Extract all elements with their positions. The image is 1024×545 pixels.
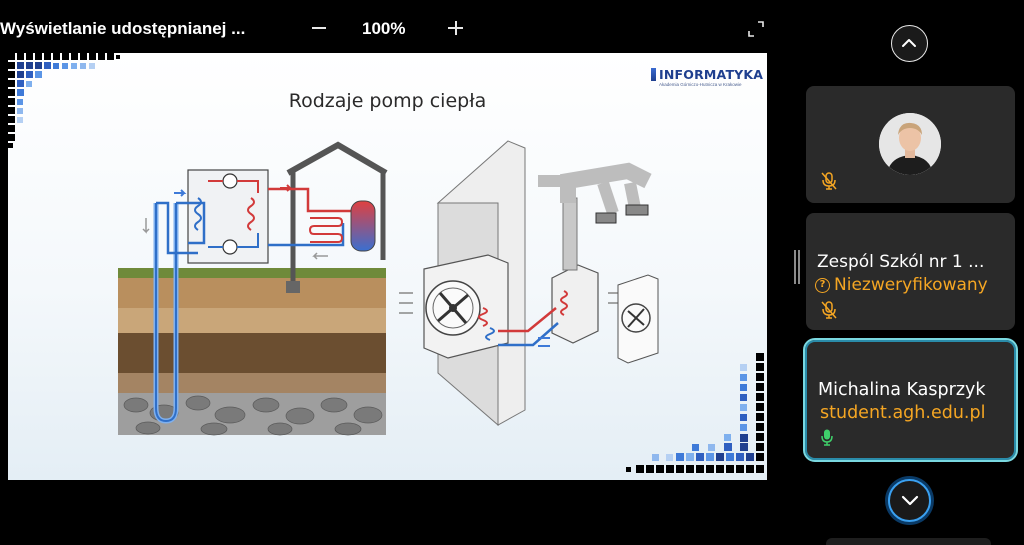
ground-heat-pump-illustration	[118, 141, 388, 436]
slide-title: Rodzaje pomp ciepła	[288, 90, 487, 112]
participant-tile-speaking[interactable]: Michalina Kasprzyk student.agh.edu.pl	[803, 338, 1018, 462]
participant-name: Michalina Kasprzyk	[818, 380, 986, 400]
mic-off-icon	[821, 301, 837, 319]
shared-slide[interactable]: Rodzaje pomp ciepła INFORMATYKA Akademia…	[8, 53, 767, 480]
participant-tile[interactable]	[806, 86, 1015, 203]
avatar	[879, 113, 941, 175]
informatyka-logo: INFORMATYKA Akademia Górniczo-Hutnicza w…	[651, 67, 763, 91]
zoom-out-button[interactable]	[306, 13, 332, 43]
verification-status: ? Niezweryfikowany	[815, 275, 988, 295]
corner-mosaic-bottom-right	[626, 353, 764, 473]
expand-icon[interactable]	[746, 19, 766, 39]
status-label: Niezweryfikowany	[834, 275, 988, 295]
logo-text: INFORMATYKA	[659, 67, 764, 82]
participant-tile[interactable]: Zespól Szkól nr 1 ... ? Niezweryfikowany	[806, 213, 1015, 330]
zoom-level: 100%	[362, 19, 406, 38]
share-title: Wyświetlanie udostępnianej ...	[0, 19, 246, 38]
scroll-up-button[interactable]	[891, 25, 928, 62]
mic-icon	[821, 429, 833, 446]
share-toolbar: Wyświetlanie udostępnianej ... 100%	[0, 0, 775, 55]
participant-name: Zespól Szkól nr 1 ...	[817, 252, 985, 272]
logo-mark-icon	[651, 68, 656, 81]
chevron-up-icon	[902, 39, 916, 47]
participant-email: student.agh.edu.pl	[820, 403, 986, 423]
panel-resize-handle[interactable]	[794, 250, 800, 284]
bottom-bar	[826, 538, 991, 545]
scroll-down-button[interactable]	[888, 479, 931, 522]
zoom-in-button[interactable]	[443, 13, 469, 43]
minus-icon	[312, 27, 326, 29]
logo-subtitle: Akademia Górniczo-Hutnicza w Krakowie	[659, 82, 742, 87]
slide-graphics	[8, 53, 764, 473]
mic-off-icon	[821, 172, 837, 190]
chevron-down-icon	[901, 495, 919, 506]
question-circle-icon: ?	[815, 277, 830, 293]
air-heat-pump-illustration	[399, 140, 659, 427]
